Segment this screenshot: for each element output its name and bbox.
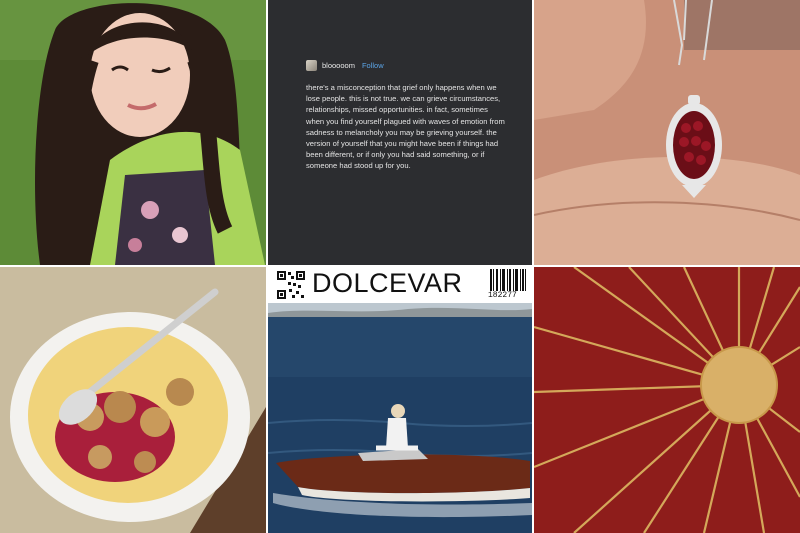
portrait-photo <box>0 0 266 265</box>
follow-button[interactable]: Follow <box>362 61 384 70</box>
barcode-icon <box>490 269 526 291</box>
portrait-illustration <box>0 0 266 265</box>
post-body-text: there's a misconception that grief only … <box>306 83 505 171</box>
text-post-card: blooooom Follow there's a misconception … <box>268 0 532 265</box>
magazine-title: DOLCEVAR <box>312 268 463 298</box>
sun-illustration <box>534 267 800 533</box>
magazine-header: DOLCEVAR 182277 <box>268 267 532 303</box>
avatar[interactable] <box>306 60 317 71</box>
post-header: blooooom Follow <box>306 60 384 71</box>
yogurt-bowl-photo <box>0 267 266 533</box>
necklace-illustration <box>534 0 800 265</box>
magazine-boat-photo: DOLCEVAR 182277 <box>268 267 532 533</box>
qr-code-icon <box>276 270 306 300</box>
sun-embroidery-photo <box>534 267 800 533</box>
barcode-number: 182277 <box>488 291 517 300</box>
post-username[interactable]: blooooom <box>322 61 355 70</box>
pomegranate-necklace-photo <box>534 0 800 265</box>
boat-scene <box>268 303 532 533</box>
bowl-illustration <box>0 267 266 533</box>
boat-illustration <box>268 303 532 533</box>
